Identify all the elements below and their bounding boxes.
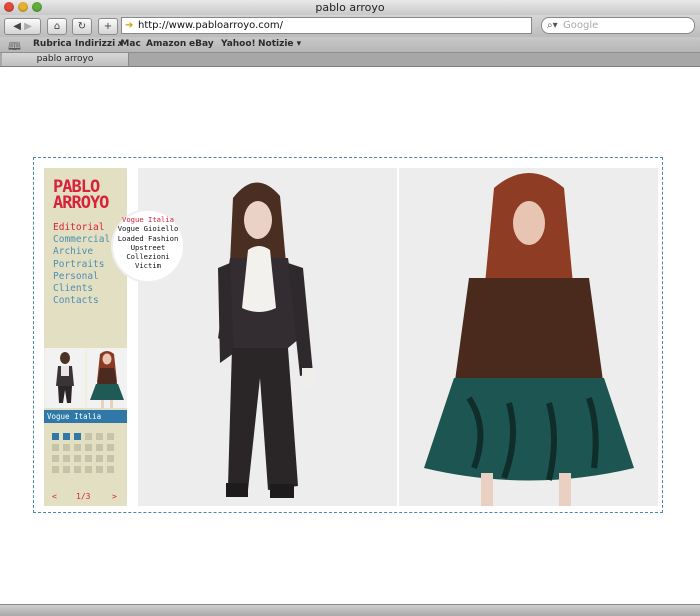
nav-archive[interactable]: Archive (53, 246, 110, 258)
address-bar[interactable]: ➔ http://www.pabloarroyo.com/ (121, 17, 532, 34)
main-nav: Editorial Commercial Archive Portraits P… (53, 222, 110, 307)
page-indicator: 1/3 (76, 492, 91, 501)
bookmark-notizie[interactable]: Notizie ▾ (258, 39, 301, 49)
grid-cell[interactable] (63, 433, 70, 440)
thumbnail-strip (44, 348, 127, 408)
grid-cell[interactable] (107, 444, 114, 451)
bookmark-rubrica[interactable]: Rubrica Indirizzi ▾ (33, 39, 123, 49)
add-bookmark-button[interactable]: + (98, 18, 118, 35)
window-titlebar: pablo arroyo (0, 0, 700, 16)
grid-cell[interactable] (85, 444, 92, 451)
search-icon: ⌕▾ (547, 20, 558, 31)
grid-cell[interactable] (107, 433, 114, 440)
submenu-victim[interactable]: Victim (113, 261, 183, 270)
browser-toolbar: ◀ ▶ ⌂ ↻ + ➔ http://www.pabloarroyo.com/ … (0, 15, 700, 37)
nav-editorial[interactable]: Editorial (53, 222, 110, 234)
grid-cell[interactable] (85, 466, 92, 473)
logo-line-2: ARROYO (53, 193, 109, 213)
status-bar (0, 604, 700, 616)
grid-cell[interactable] (85, 455, 92, 462)
grid-cell[interactable] (74, 433, 81, 440)
tab-pablo-arroyo[interactable]: pablo arroyo (2, 53, 129, 66)
grid-cell[interactable] (52, 466, 59, 473)
bookmarks-bar: 🕮 Rubrica Indirizzi ▾ .Mac Amazon eBay Y… (0, 37, 700, 53)
back-arrow-icon[interactable]: ◀ (13, 21, 21, 32)
grid-cell[interactable] (52, 433, 59, 440)
next-page-button[interactable]: > (112, 492, 117, 501)
submenu-collezioni[interactable]: Collezioni (113, 252, 183, 261)
bookmark-yahoo[interactable]: Yahoo! (221, 39, 256, 49)
site-icon: ➔ (125, 20, 134, 31)
photo-right[interactable] (399, 168, 658, 506)
grid-cell[interactable] (107, 455, 114, 462)
tab-bar: pablo arroyo (0, 53, 700, 67)
nav-personal[interactable]: Personal (53, 271, 110, 283)
grid-cell[interactable] (96, 444, 103, 451)
home-icon: ⌂ (53, 21, 61, 32)
submenu-vogue-italia[interactable]: Vogue Italia (113, 215, 183, 224)
submenu-vogue-gioiello[interactable]: Vogue Gioiello (113, 224, 183, 233)
thumbnail-2[interactable] (87, 348, 127, 408)
grid-cell[interactable] (74, 455, 81, 462)
plus-icon: + (103, 21, 113, 32)
nav-contacts[interactable]: Contacts (53, 295, 110, 307)
address-url[interactable]: http://www.pabloarroyo.com/ (138, 18, 283, 33)
grid-cell[interactable] (74, 466, 81, 473)
bookmark-amazon[interactable]: Amazon (146, 39, 186, 49)
grid-cell[interactable] (96, 466, 103, 473)
window-title: pablo arroyo (315, 1, 385, 14)
site-logo[interactable]: PABLO ARROYO (53, 179, 109, 213)
grid-cell[interactable] (107, 466, 114, 473)
search-placeholder[interactable]: Google (563, 18, 598, 33)
submenu-upstreet[interactable]: Upstreet (113, 243, 183, 252)
grid-cell[interactable] (85, 433, 92, 440)
reload-button[interactable]: ↻ (72, 18, 92, 35)
grid-cell[interactable] (96, 455, 103, 462)
pager: < 1/3 > (44, 490, 127, 504)
home-button[interactable]: ⌂ (47, 18, 67, 35)
grid-cell[interactable] (63, 455, 70, 462)
thumbnail-1[interactable] (45, 348, 85, 408)
section-title: Vogue Italia (44, 410, 127, 423)
forward-arrow-icon[interactable]: ▶ (24, 21, 32, 32)
grid-cell[interactable] (52, 444, 59, 451)
grid-cell[interactable] (52, 455, 59, 462)
nav-clients[interactable]: Clients (53, 283, 110, 295)
grid-cell[interactable] (74, 444, 81, 451)
grid-cell[interactable] (96, 433, 103, 440)
grid-cell[interactable] (63, 444, 70, 451)
grid-cell[interactable] (63, 466, 70, 473)
nav-commercial[interactable]: Commercial (53, 234, 110, 246)
submenu-loaded-fashion[interactable]: Loaded Fashion (113, 234, 183, 243)
bookmark-mac[interactable]: .Mac (117, 39, 141, 49)
previous-page-button[interactable]: < (52, 492, 57, 501)
nav-portraits[interactable]: Portraits (53, 259, 110, 271)
search-field[interactable]: ⌕▾ Google (541, 17, 695, 34)
submenu-bubble: Vogue Italia Vogue Gioiello Loaded Fashi… (113, 211, 183, 281)
bookmark-ebay[interactable]: eBay (189, 39, 214, 49)
back-forward-button[interactable]: ◀ ▶ (4, 18, 41, 35)
reload-icon: ↻ (77, 21, 87, 32)
